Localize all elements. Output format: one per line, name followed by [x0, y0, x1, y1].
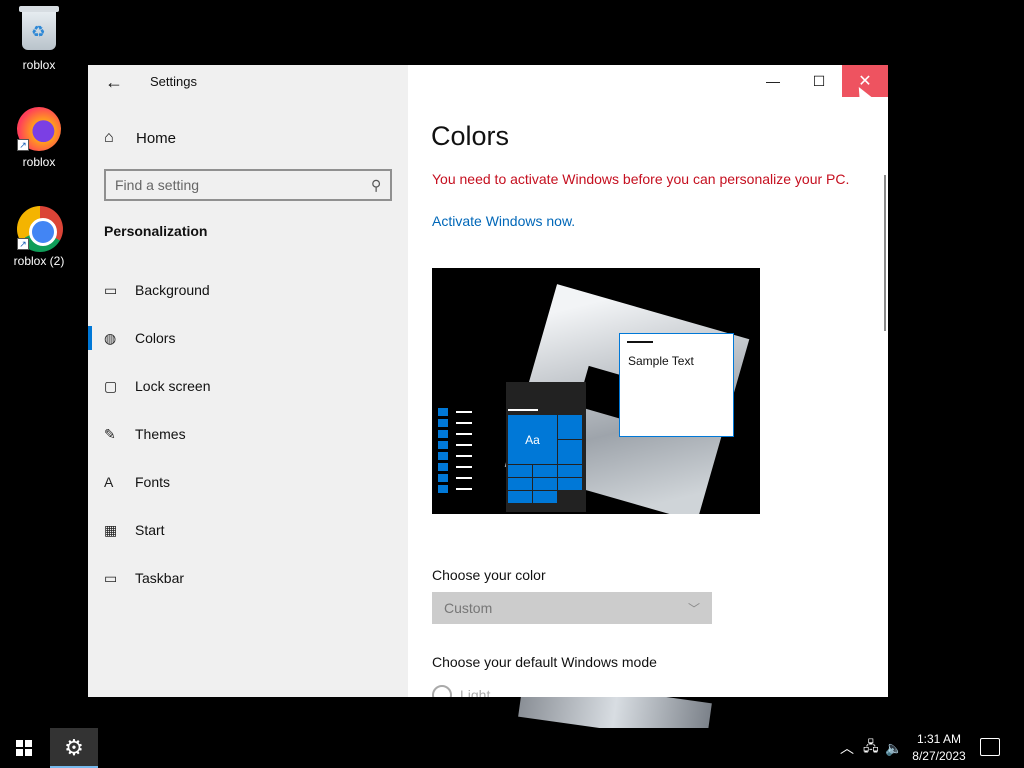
minimize-button[interactable]: — — [750, 65, 796, 97]
taskbar: ⚙ ︿ 🖧 🔈 1:31 AM 8/27/2023 — [0, 728, 1024, 768]
taskbar-icon: ▭ — [104, 569, 118, 586]
windows-mode-label: Choose your default Windows mode — [432, 654, 657, 670]
preview-menu-line — [508, 409, 538, 411]
sidebar-item-lock-screen[interactable]: ▢ Lock screen — [88, 362, 408, 410]
fonts-icon: A — [104, 474, 114, 490]
active-indicator — [88, 326, 92, 350]
taskbar-settings-app[interactable]: ⚙ — [50, 728, 98, 768]
radio-label: Light — [460, 687, 491, 697]
maximize-button[interactable]: ☐ — [796, 65, 842, 97]
sidebar-item-themes[interactable]: ✎ Themes — [88, 410, 408, 458]
chevron-up-icon: ︿ — [840, 740, 854, 756]
sidebar-item-label: Themes — [135, 426, 186, 442]
volume-icon[interactable]: 🔈 — [885, 728, 902, 768]
gear-icon: ⚙ — [64, 735, 84, 760]
recycle-bin-icon: ♻ — [17, 6, 61, 54]
preview-tile-text: Aa — [508, 415, 557, 464]
notification-icon[interactable] — [980, 738, 1000, 756]
clock-date: 8/27/2023 — [912, 749, 966, 763]
start-icon: ▦ — [104, 521, 118, 538]
window-title: Settings — [150, 74, 197, 89]
sidebar-item-taskbar[interactable]: ▭ Taskbar — [88, 554, 408, 602]
page-title: Colors — [431, 121, 510, 151]
mode-radio-light[interactable]: Light — [432, 685, 490, 697]
sidebar-item-label: Fonts — [135, 474, 171, 490]
sidebar-item-label: Start — [135, 522, 165, 538]
sidebar-item-label: Home — [136, 129, 177, 147]
picture-icon: ▭ — [104, 281, 118, 298]
preview-sample-text: Sample Text — [628, 354, 694, 368]
palette-icon: ◍ — [104, 329, 117, 346]
color-select[interactable]: Custom ﹀ — [432, 592, 712, 624]
clock-time: 1:31 AM — [916, 732, 962, 746]
chrome-icon: ↗ — [17, 206, 63, 252]
search-box[interactable]: ⚲ — [104, 169, 392, 201]
desktop-icon-label: roblox (2) — [13, 254, 65, 268]
shortcut-arrow-icon: ↗ — [17, 139, 29, 151]
desktop-icon-label: roblox — [22, 58, 56, 72]
sidebar-item-label: Lock screen — [135, 378, 211, 394]
color-select-value: Custom — [444, 600, 493, 616]
sidebar-item-label: Background — [135, 282, 210, 298]
content-pane: — ☐ ✕ Colors You need to activate Window… — [408, 65, 888, 697]
sidebar-item-fonts[interactable]: A Fonts — [88, 458, 408, 506]
chevron-down-icon: ﹀ — [687, 601, 700, 616]
back-arrow-icon[interactable]: ← — [105, 72, 135, 92]
lock-screen-icon: ▢ — [104, 377, 118, 394]
choose-color-label: Choose your color — [432, 567, 546, 583]
desktop-icon-firefox[interactable]: ↗ roblox — [6, 107, 72, 169]
sidebar-item-label: Colors — [135, 330, 176, 346]
preview-window: Sample Text — [619, 333, 734, 437]
sidebar: ← Settings ⌂ Home ⚲ Personalization ▭ Ba… — [88, 65, 408, 697]
shortcut-arrow-icon: ↗ — [17, 238, 29, 250]
scrollbar[interactable] — [884, 175, 886, 331]
settings-window: ← Settings ⌂ Home ⚲ Personalization ▭ Ba… — [88, 65, 888, 697]
brush-icon: ✎ — [104, 425, 116, 442]
activation-warning: You need to activate Windows before you … — [432, 171, 850, 187]
network-icon[interactable]: 🖧 — [863, 728, 879, 768]
search-icon[interactable]: ⚲ — [371, 177, 381, 194]
radio-circle — [432, 685, 452, 697]
start-button[interactable] — [0, 728, 48, 768]
sidebar-item-colors[interactable]: ◍ Colors — [88, 314, 408, 362]
color-preview: Aa Sample Text — [432, 268, 760, 514]
activate-windows-link[interactable]: Activate Windows now. — [432, 213, 575, 229]
windows-logo-icon — [16, 740, 32, 756]
desktop-icon-recycle-bin[interactable]: ♻ roblox — [6, 6, 72, 72]
home-icon: ⌂ — [104, 129, 114, 146]
sidebar-item-start[interactable]: ▦ Start — [88, 506, 408, 554]
sidebar-item-label: Taskbar — [135, 570, 185, 586]
section-heading: Personalization — [104, 223, 208, 239]
preview-taskbar-list — [438, 408, 478, 496]
preview-tiles: Aa — [508, 415, 582, 503]
sidebar-item-background[interactable]: ▭ Background — [88, 266, 408, 314]
desktop-icon-label: roblox — [22, 155, 56, 169]
firefox-icon: ↗ — [17, 107, 61, 151]
search-input[interactable] — [115, 177, 371, 193]
clock[interactable]: 1:31 AM 8/27/2023 — [906, 731, 972, 765]
sidebar-item-home[interactable]: ⌂ Home — [104, 127, 384, 149]
desktop-icon-chrome[interactable]: ↗ roblox (2) — [6, 206, 72, 268]
show-hidden-icons-button[interactable]: ︿ — [840, 728, 854, 768]
